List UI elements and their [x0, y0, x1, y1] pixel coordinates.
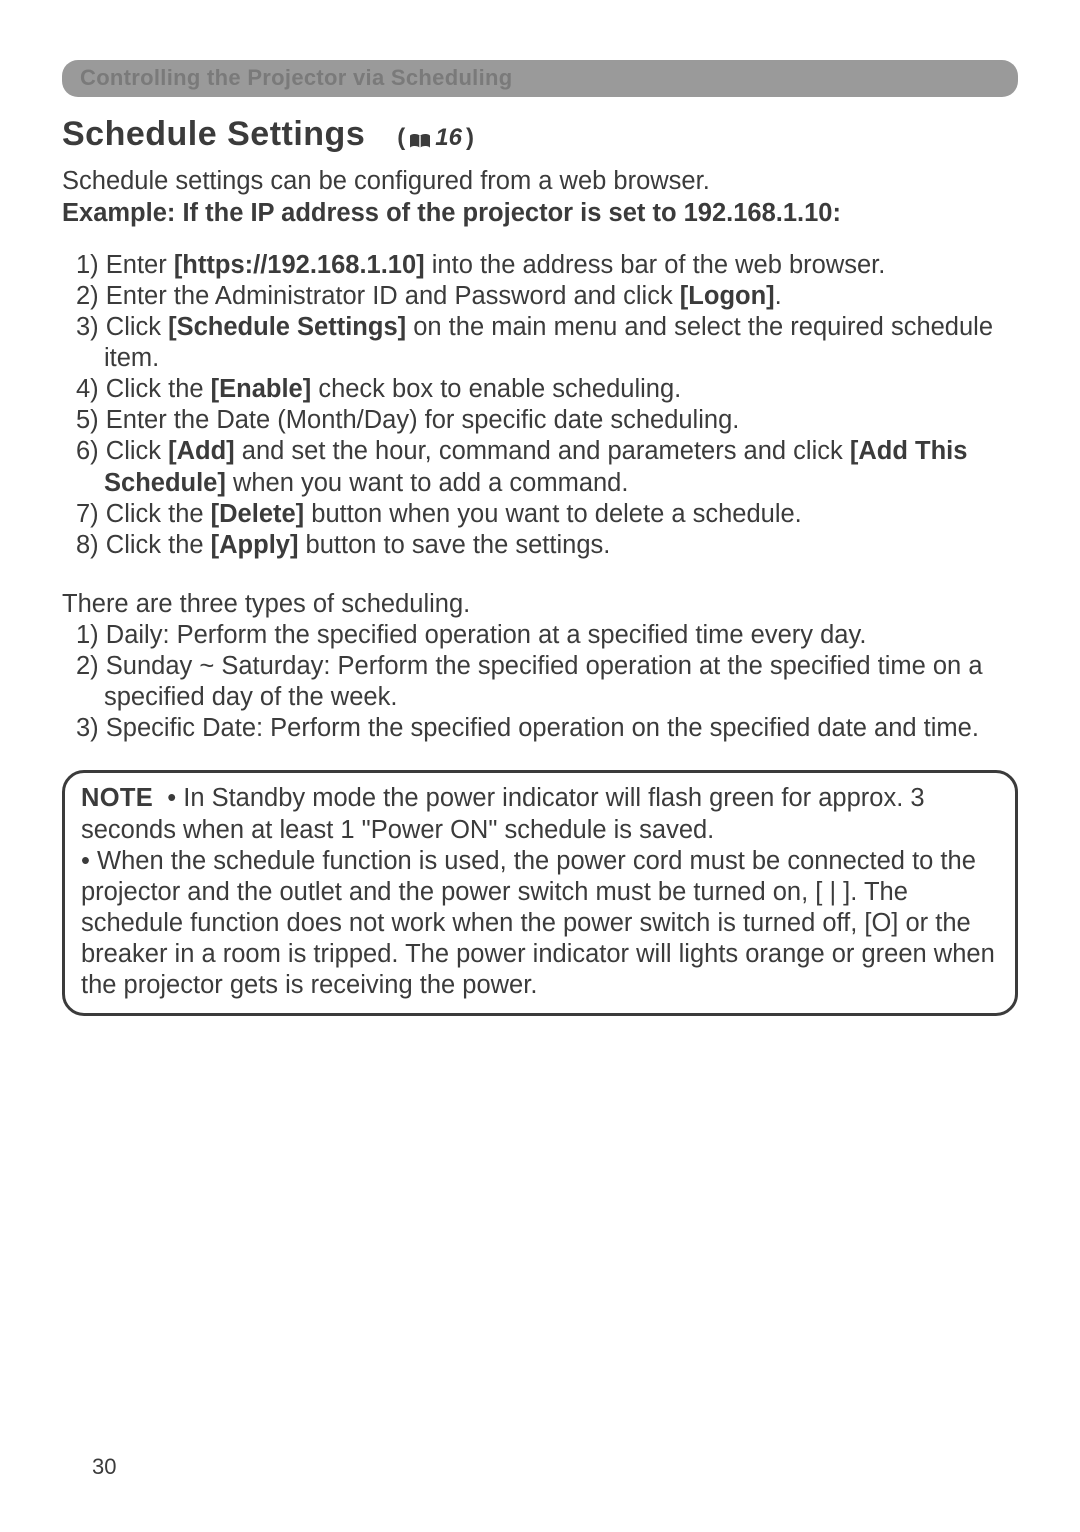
steps-list: 1) Enter [https://192.168.1.10] into the…	[62, 250, 1018, 561]
step-item: 8) Click the [Apply] button to save the …	[76, 530, 1018, 561]
step-item: 3) Click [Schedule Settings] on the main…	[76, 312, 1018, 374]
step-item: 4) Click the [Enable] check box to enabl…	[76, 374, 1018, 405]
type-item: 2) Sunday ~ Saturday: Perform the specif…	[76, 651, 1018, 713]
page-reference: ( 16 )	[397, 124, 474, 152]
section-banner: Controlling the Projector via Scheduling	[62, 60, 1018, 97]
note-label: NOTE	[81, 784, 153, 812]
step-item: 1) Enter [https://192.168.1.10] into the…	[76, 250, 1018, 281]
type-item: 3) Specific Date: Perform the specified …	[76, 713, 1018, 744]
ref-close: )	[466, 124, 474, 152]
types-list: 1) Daily: Perform the specified operatio…	[62, 620, 1018, 744]
type-item: 1) Daily: Perform the specified operatio…	[76, 620, 1018, 651]
ref-number: 16	[435, 124, 462, 152]
step-item: 5) Enter the Date (Month/Day) for specif…	[76, 405, 1018, 436]
intro-example: Example: If the IP address of the projec…	[62, 198, 1018, 230]
heading-row: Schedule Settings ( 16 )	[62, 115, 1018, 154]
ref-open: (	[397, 124, 405, 152]
page-heading: Schedule Settings	[62, 115, 365, 154]
intro-line: Schedule settings can be configured from…	[62, 166, 1018, 198]
step-item: 7) Click the [Delete] button when you wa…	[76, 499, 1018, 530]
page-number: 30	[92, 1454, 116, 1480]
banner-text: Controlling the Projector via Scheduling	[80, 65, 512, 90]
book-icon	[409, 130, 431, 147]
intro-block: Schedule settings can be configured from…	[62, 166, 1018, 230]
note-box: NOTE • In Standby mode the power indicat…	[62, 770, 1018, 1016]
step-item: 6) Click [Add] and set the hour, command…	[76, 436, 1018, 498]
types-intro: There are three types of scheduling.	[62, 589, 1018, 620]
step-item: 2) Enter the Administrator ID and Passwo…	[76, 281, 1018, 312]
note-body: • In Standby mode the power indicator wi…	[81, 784, 1002, 999]
